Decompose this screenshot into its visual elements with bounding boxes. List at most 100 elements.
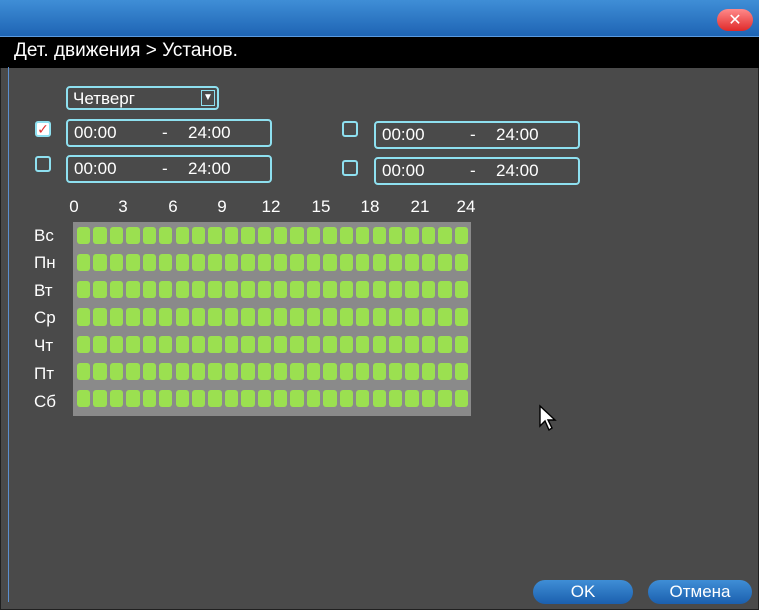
schedule-cell[interactable] xyxy=(175,308,189,326)
schedule-cell[interactable] xyxy=(126,254,140,272)
schedule-cell[interactable] xyxy=(438,389,452,407)
period-3-end[interactable]: 24:00 xyxy=(496,125,539,145)
schedule-cell[interactable] xyxy=(372,254,386,272)
schedule-cell[interactable] xyxy=(454,227,468,245)
schedule-cell[interactable] xyxy=(142,308,157,326)
schedule-cell[interactable] xyxy=(257,254,271,272)
schedule-cell[interactable] xyxy=(257,362,271,380)
schedule-cell[interactable] xyxy=(306,227,321,245)
period-1-checkbox[interactable]: ✓ xyxy=(35,121,51,137)
schedule-cell[interactable] xyxy=(224,308,239,326)
schedule-cell[interactable] xyxy=(126,281,140,299)
schedule-cell[interactable] xyxy=(339,254,354,272)
period-1-start[interactable]: 00:00 xyxy=(74,123,117,143)
schedule-cell[interactable] xyxy=(438,362,452,380)
schedule-cell[interactable] xyxy=(438,281,452,299)
schedule-cell[interactable] xyxy=(372,389,386,407)
schedule-cell[interactable] xyxy=(257,335,271,353)
schedule-cell[interactable] xyxy=(93,335,107,353)
schedule-cell[interactable] xyxy=(224,254,239,272)
schedule-cell[interactable] xyxy=(241,335,255,353)
period-1-end[interactable]: 24:00 xyxy=(188,123,231,143)
schedule-cell[interactable] xyxy=(159,281,173,299)
schedule-cell[interactable] xyxy=(142,389,157,407)
schedule-cell[interactable] xyxy=(109,281,124,299)
period-3-time[interactable]: 00:00 - 24:00 xyxy=(374,121,580,149)
schedule-cell[interactable] xyxy=(142,254,157,272)
schedule-cell[interactable] xyxy=(208,335,222,353)
schedule-cell[interactable] xyxy=(109,227,124,245)
schedule-cell[interactable] xyxy=(77,362,91,380)
schedule-cell[interactable] xyxy=(93,281,107,299)
schedule-cell[interactable] xyxy=(290,281,304,299)
dropdown-arrow-icon[interactable]: ▼ xyxy=(201,90,215,106)
schedule-cell[interactable] xyxy=(274,335,288,353)
schedule-cell[interactable] xyxy=(306,254,321,272)
schedule-grid[interactable] xyxy=(73,222,471,416)
schedule-cell[interactable] xyxy=(454,308,468,326)
schedule-cell[interactable] xyxy=(388,362,403,380)
schedule-cell[interactable] xyxy=(388,389,403,407)
schedule-cell[interactable] xyxy=(142,335,157,353)
schedule-cell[interactable] xyxy=(356,335,370,353)
schedule-cell[interactable] xyxy=(159,335,173,353)
schedule-cell[interactable] xyxy=(241,281,255,299)
period-2-checkbox[interactable] xyxy=(35,156,51,172)
schedule-cell[interactable] xyxy=(323,254,337,272)
schedule-cell[interactable] xyxy=(224,362,239,380)
schedule-cell[interactable] xyxy=(388,281,403,299)
schedule-cell[interactable] xyxy=(290,308,304,326)
period-3-start[interactable]: 00:00 xyxy=(382,125,425,145)
schedule-cell[interactable] xyxy=(208,308,222,326)
schedule-cell[interactable] xyxy=(454,389,468,407)
schedule-cell[interactable] xyxy=(356,308,370,326)
schedule-cell[interactable] xyxy=(126,227,140,245)
schedule-cell[interactable] xyxy=(454,362,468,380)
schedule-cell[interactable] xyxy=(241,362,255,380)
schedule-cell[interactable] xyxy=(77,227,91,245)
schedule-cell[interactable] xyxy=(77,281,91,299)
schedule-cell[interactable] xyxy=(421,308,436,326)
schedule-cell[interactable] xyxy=(175,227,189,245)
schedule-cell[interactable] xyxy=(339,308,354,326)
schedule-cell[interactable] xyxy=(274,362,288,380)
period-2-start[interactable]: 00:00 xyxy=(74,159,117,179)
schedule-cell[interactable] xyxy=(356,254,370,272)
schedule-cell[interactable] xyxy=(323,308,337,326)
period-3-checkbox[interactable] xyxy=(342,121,358,137)
schedule-cell[interactable] xyxy=(421,227,436,245)
schedule-cell[interactable] xyxy=(356,281,370,299)
schedule-cell[interactable] xyxy=(274,254,288,272)
schedule-cell[interactable] xyxy=(306,335,321,353)
schedule-cell[interactable] xyxy=(323,362,337,380)
schedule-cell[interactable] xyxy=(208,254,222,272)
period-2-time[interactable]: 00:00 - 24:00 xyxy=(66,155,272,183)
schedule-cell[interactable] xyxy=(175,389,189,407)
schedule-cell[interactable] xyxy=(126,308,140,326)
schedule-cell[interactable] xyxy=(208,227,222,245)
schedule-cell[interactable] xyxy=(93,362,107,380)
schedule-cell[interactable] xyxy=(339,335,354,353)
schedule-cell[interactable] xyxy=(93,389,107,407)
schedule-cell[interactable] xyxy=(77,254,91,272)
schedule-cell[interactable] xyxy=(405,335,419,353)
schedule-cell[interactable] xyxy=(438,227,452,245)
schedule-cell[interactable] xyxy=(421,335,436,353)
period-1-time[interactable]: 00:00 - 24:00 xyxy=(66,119,272,147)
schedule-cell[interactable] xyxy=(224,335,239,353)
day-select[interactable]: Четверг ▼ xyxy=(66,86,219,110)
schedule-cell[interactable] xyxy=(159,308,173,326)
schedule-cell[interactable] xyxy=(405,227,419,245)
schedule-cell[interactable] xyxy=(356,362,370,380)
schedule-cell[interactable] xyxy=(405,362,419,380)
close-button[interactable]: ✕ xyxy=(717,9,753,31)
schedule-cell[interactable] xyxy=(93,308,107,326)
schedule-cell[interactable] xyxy=(109,335,124,353)
schedule-cell[interactable] xyxy=(241,254,255,272)
ok-button[interactable]: OK xyxy=(533,580,633,604)
cancel-button[interactable]: Отмена xyxy=(648,580,752,604)
schedule-cell[interactable] xyxy=(438,335,452,353)
schedule-cell[interactable] xyxy=(175,281,189,299)
schedule-cell[interactable] xyxy=(339,281,354,299)
period-2-end[interactable]: 24:00 xyxy=(188,159,231,179)
